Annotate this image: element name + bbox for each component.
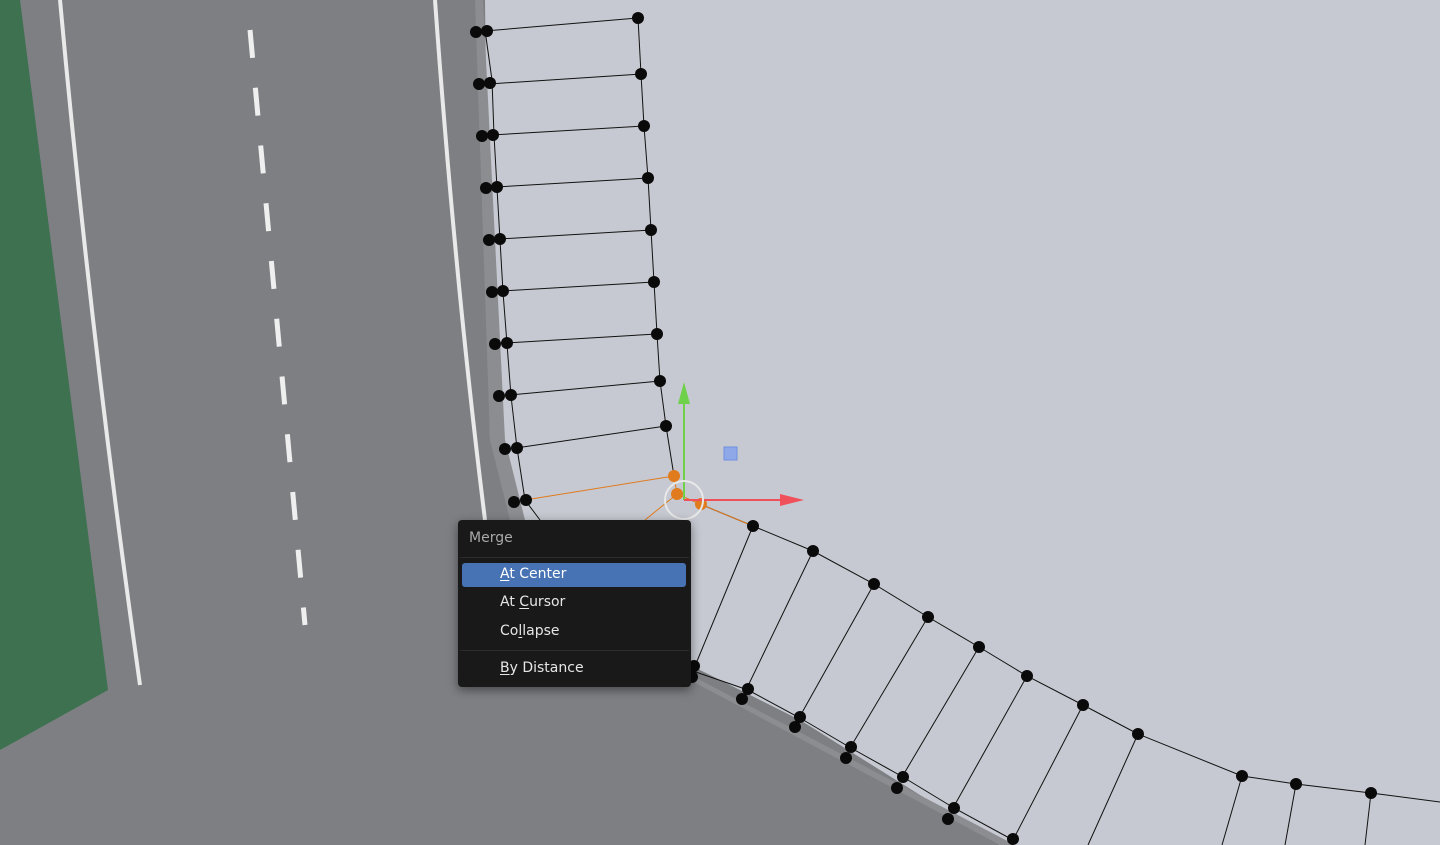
gizmo-plane-handle-icon[interactable]: [723, 446, 738, 461]
menu-item-label: By Distance: [500, 660, 584, 676]
3d-viewport[interactable]: [0, 0, 1440, 845]
menu-item-label: At Center: [500, 566, 567, 582]
menu-item-label: At Cursor: [500, 594, 566, 610]
merge-menu: Merge At Center At Cursor Collapse By Di…: [458, 520, 691, 687]
menu-item-by-distance[interactable]: By Distance: [462, 657, 686, 681]
menu-title: Merge: [469, 530, 513, 546]
menu-item-label: Collapse: [500, 623, 560, 639]
menu-item-at-center[interactable]: At Center: [462, 563, 686, 587]
menu-divider: [460, 650, 689, 651]
menu-divider: [460, 557, 689, 558]
menu-item-at-cursor[interactable]: At Cursor: [462, 591, 686, 615]
menu-item-collapse[interactable]: Collapse: [462, 620, 686, 644]
